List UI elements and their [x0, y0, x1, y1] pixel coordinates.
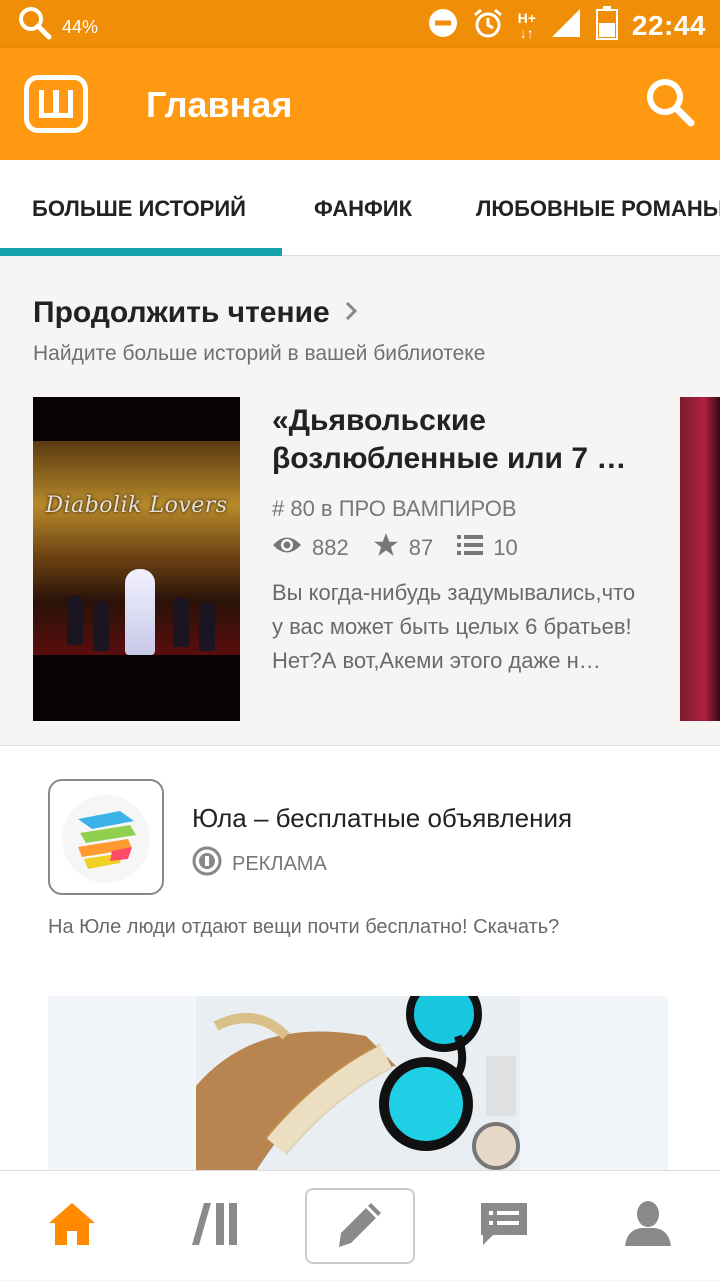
- yula-logo-icon: [62, 795, 150, 883]
- clock: 22:44: [631, 9, 706, 41]
- nav-profile[interactable]: [576, 1171, 720, 1281]
- signal-icon: [550, 7, 582, 44]
- ad-photo: [196, 996, 520, 1171]
- page-title: Главная: [146, 84, 293, 125]
- chevron-right-icon: [344, 296, 358, 330]
- section-subtitle: Найдите больше историй в вашей библиотек…: [33, 342, 486, 365]
- cover-figure: [199, 601, 215, 651]
- sandals-sunglasses-image: [196, 996, 520, 1171]
- story-title: «Дьявольские βозлюбленные или 7 …: [272, 404, 627, 475]
- ad-info-icon: [192, 846, 222, 882]
- search-button[interactable]: [644, 76, 696, 133]
- ad-card[interactable]: Юла – бесплатные объявления РЕКЛАМА На Ю…: [0, 745, 720, 1171]
- wattpad-logo-icon[interactable]: [24, 75, 88, 133]
- cover-figure: [125, 569, 155, 655]
- story-stats: 882 87 10: [272, 532, 652, 564]
- section-title: Продолжить чтение: [33, 296, 330, 329]
- battery-percent: 44%: [62, 17, 99, 37]
- active-tab-indicator: [0, 248, 282, 256]
- eye-icon: [272, 534, 302, 562]
- network-type: H+ ↓↑: [517, 9, 536, 41]
- write-button[interactable]: [305, 1188, 415, 1264]
- ad-title: Юла – бесплатные объявления: [192, 803, 573, 833]
- app-bar: Главная: [0, 48, 720, 160]
- votes-count: 87: [408, 535, 434, 560]
- cover-figure: [93, 601, 109, 651]
- story-cover[interactable]: Diabolik Lovers: [33, 397, 240, 721]
- list-icon: [457, 534, 484, 562]
- nav-write[interactable]: [288, 1171, 432, 1281]
- do-not-disturb-icon: [428, 8, 458, 43]
- continue-reading-header[interactable]: Продолжить чтение Найдите больше историй…: [33, 296, 485, 366]
- ad-description: На Юле люди отдают вещи почти бесплатно!…: [48, 916, 560, 938]
- nav-home[interactable]: [0, 1171, 144, 1281]
- profile-icon: [623, 1200, 673, 1253]
- reads-count: 882: [312, 535, 349, 560]
- alarm-icon: [472, 7, 504, 44]
- category-tabs: БОЛЬШЕ ИСТОРИЙ ФАНФИК ЛЮБОВНЫЕ РОМАНЫ: [0, 160, 720, 256]
- home-icon: [47, 1201, 97, 1252]
- star-icon: [373, 532, 399, 564]
- network-label: H+: [517, 9, 536, 26]
- ad-image[interactable]: [48, 996, 668, 1171]
- ad-sponsored-label: РЕКЛАМА: [192, 846, 327, 882]
- story-details[interactable]: «Дьявольские βозлюбленные или 7 … # 80 в…: [272, 402, 652, 712]
- story-description: Вы когда-нибудь задумывались,что у вас м…: [272, 580, 636, 673]
- messages-icon: [479, 1201, 529, 1252]
- nav-messages[interactable]: [432, 1171, 576, 1281]
- cover-text: Diabolik Lovers: [45, 493, 228, 518]
- next-story-cover[interactable]: [680, 397, 720, 721]
- cover-figure: [173, 597, 189, 647]
- library-icon: [192, 1201, 240, 1252]
- ad-label-text: РЕКЛАМА: [232, 852, 327, 875]
- ad-app-icon[interactable]: [48, 779, 164, 895]
- parts-count: 10: [493, 535, 518, 560]
- nav-library[interactable]: [144, 1171, 288, 1281]
- cover-figure: [67, 595, 83, 645]
- bottom-navigation: [0, 1170, 720, 1280]
- search-icon: [18, 6, 52, 45]
- battery-icon: [595, 6, 618, 45]
- tab-more-stories[interactable]: БОЛЬШЕ ИСТОРИЙ: [32, 196, 246, 222]
- tab-fanfic[interactable]: ФАНФИК: [314, 196, 412, 222]
- story-rank: # 80 в ПРО ВАМПИРОВ: [272, 496, 517, 521]
- pencil-icon: [337, 1201, 383, 1252]
- tab-romance[interactable]: ЛЮБОВНЫЕ РОМАНЫ: [476, 196, 720, 222]
- search-icon: [644, 79, 696, 132]
- status-bar: 44% H+ ↓↑ 22:44: [0, 0, 720, 48]
